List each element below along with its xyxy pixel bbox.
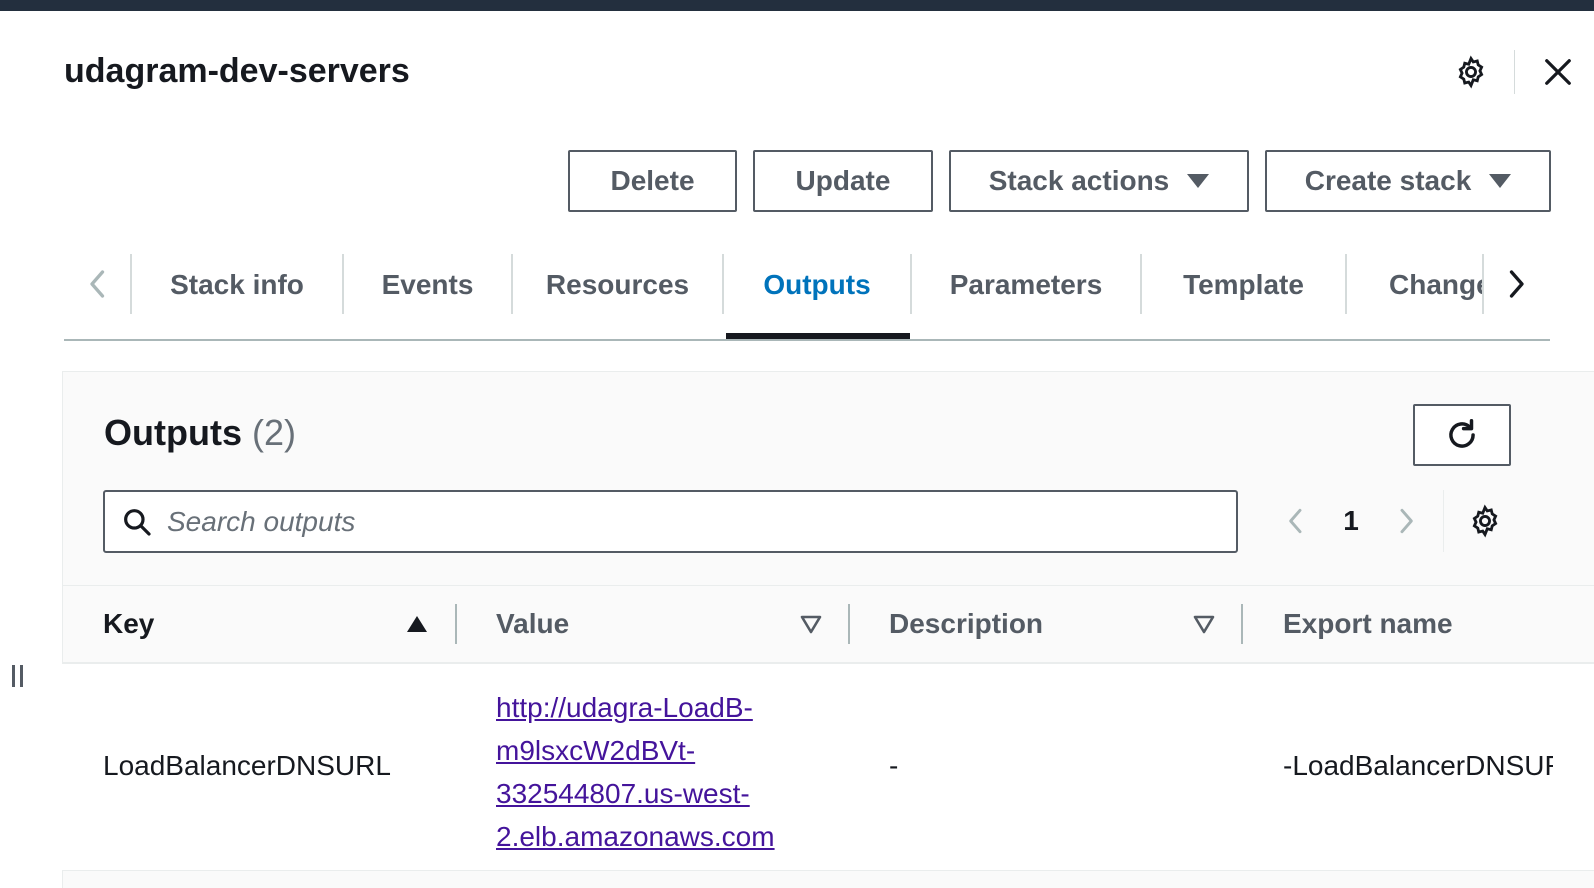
tab-separator bbox=[1482, 254, 1484, 314]
outputs-count: (2) bbox=[252, 412, 296, 453]
tabs-scroll-left-icon[interactable] bbox=[80, 266, 116, 302]
column-header-description[interactable]: Description bbox=[889, 604, 1043, 644]
search-icon bbox=[124, 508, 151, 536]
column-header-export-name[interactable]: Export name bbox=[1283, 604, 1453, 644]
output-value-line: 332544807.us-west- bbox=[496, 778, 750, 809]
output-value-link[interactable]: http://udagra-LoadB-m9lsxcW2dBVt- 3325448… bbox=[496, 692, 775, 852]
column-resizer[interactable] bbox=[455, 604, 457, 644]
pagination-next-icon[interactable] bbox=[1388, 503, 1424, 539]
caret-down-icon bbox=[1489, 174, 1512, 188]
page-title: udagram-dev-servers bbox=[64, 52, 410, 90]
column-resizer[interactable] bbox=[848, 604, 850, 644]
panel-resize-handle-icon[interactable] bbox=[12, 665, 30, 689]
update-button[interactable]: Update bbox=[753, 150, 933, 212]
create-stack-label: Create stack bbox=[1304, 165, 1472, 196]
column-resizer[interactable] bbox=[1241, 604, 1243, 644]
tab-stack-info[interactable]: Stack info bbox=[132, 256, 342, 314]
outputs-heading-text: Outputs bbox=[104, 412, 242, 453]
outputs-heading: Outputs (2) bbox=[104, 412, 296, 454]
preferences-gear-icon[interactable] bbox=[1451, 52, 1491, 92]
tab-resources[interactable]: Resources bbox=[513, 256, 722, 314]
tabs-bottom-border bbox=[64, 339, 1550, 341]
console-top-bar bbox=[0, 0, 1594, 11]
delete-button-label: Delete bbox=[610, 165, 695, 196]
output-value-cell: http://udagra-LoadB-m9lsxcW2dBVt- 3325448… bbox=[496, 686, 786, 858]
sort-ascending-icon[interactable] bbox=[405, 612, 429, 636]
table-top-border bbox=[62, 585, 1594, 586]
refresh-button[interactable] bbox=[1413, 404, 1511, 466]
tab-events[interactable]: Events bbox=[344, 256, 511, 314]
output-value-line: 2.elb.amazonaws.com bbox=[496, 821, 775, 852]
search-input[interactable] bbox=[165, 504, 1209, 539]
column-header-key[interactable]: Key bbox=[103, 604, 154, 644]
table-preferences-gear-icon[interactable] bbox=[1465, 501, 1505, 541]
tab-parameters[interactable]: Parameters bbox=[912, 256, 1140, 314]
close-icon[interactable] bbox=[1538, 52, 1578, 92]
tab-outputs[interactable]: Outputs bbox=[724, 256, 910, 314]
table-row-border bbox=[62, 870, 1594, 871]
output-description-cell: - bbox=[889, 750, 899, 781]
tab-template[interactable]: Template bbox=[1142, 256, 1345, 314]
delete-button[interactable]: Delete bbox=[568, 150, 737, 212]
sort-descending-outline-icon[interactable] bbox=[1192, 612, 1216, 636]
output-value-line: http://udagra-LoadB- bbox=[496, 692, 753, 723]
column-header-value[interactable]: Value bbox=[496, 604, 569, 644]
tab-change-sets[interactable]: Change bbox=[1347, 256, 1482, 314]
header-divider bbox=[1514, 50, 1515, 94]
pagination-divider bbox=[1443, 490, 1444, 552]
update-button-label: Update bbox=[795, 165, 891, 196]
caret-down-icon bbox=[1187, 174, 1210, 188]
output-export-name-cell: -LoadBalancerDNSURL bbox=[1283, 750, 1553, 781]
pagination-page-number[interactable]: 1 bbox=[1336, 503, 1366, 539]
tabs-scroll-right-icon[interactable] bbox=[1498, 266, 1534, 302]
refresh-icon bbox=[1449, 419, 1475, 448]
pagination-previous-icon[interactable] bbox=[1278, 503, 1314, 539]
stack-actions-dropdown[interactable]: Stack actions bbox=[949, 150, 1249, 212]
output-key-cell: LoadBalancerDNSURL bbox=[103, 750, 391, 781]
output-value-line: m9lsxcW2dBVt- bbox=[496, 735, 696, 766]
sort-descending-outline-icon[interactable] bbox=[799, 612, 823, 636]
search-outputs-field[interactable] bbox=[103, 490, 1238, 553]
create-stack-dropdown[interactable]: Create stack bbox=[1265, 150, 1551, 212]
stack-actions-label: Stack actions bbox=[988, 165, 1170, 196]
